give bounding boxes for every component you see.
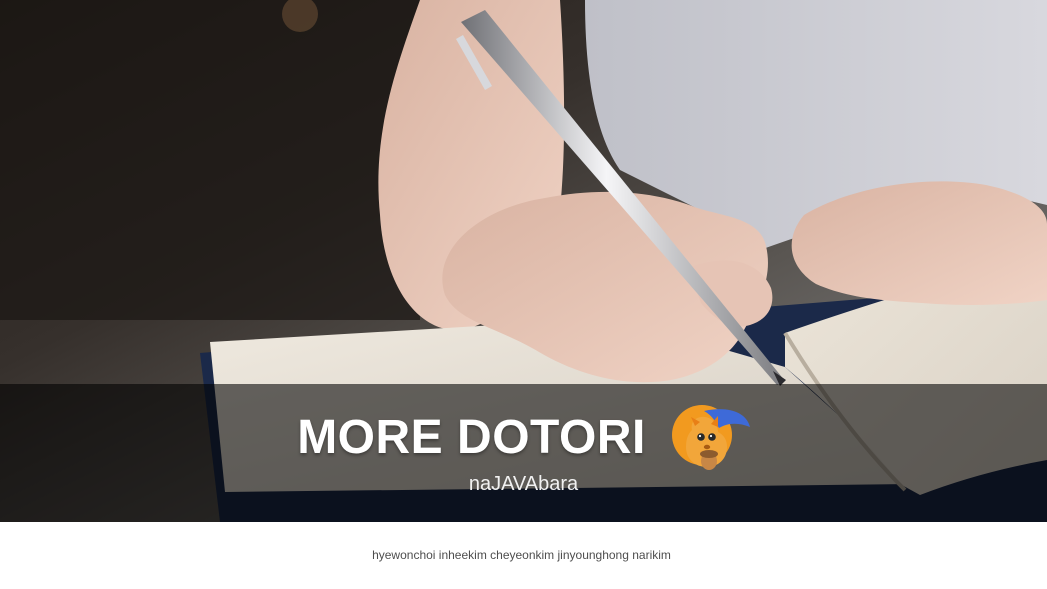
landing-page: MORE DOTORI naJAVAbara hyewonchoi inheek… bbox=[0, 0, 1047, 589]
footer: hyewonchoi inheekim cheyeonkim jinyoungh… bbox=[0, 522, 1047, 589]
hero-title-row: MORE DOTORI bbox=[4, 398, 1047, 478]
hero-title: MORE DOTORI bbox=[297, 411, 646, 464]
hero-section: MORE DOTORI naJAVAbara bbox=[0, 0, 1047, 522]
member-credits: hyewonchoi inheekim cheyeonkim jinyoungh… bbox=[372, 548, 671, 562]
squirrel-mascot-icon bbox=[671, 405, 750, 470]
team-name: naJAVAbara bbox=[468, 473, 579, 495]
